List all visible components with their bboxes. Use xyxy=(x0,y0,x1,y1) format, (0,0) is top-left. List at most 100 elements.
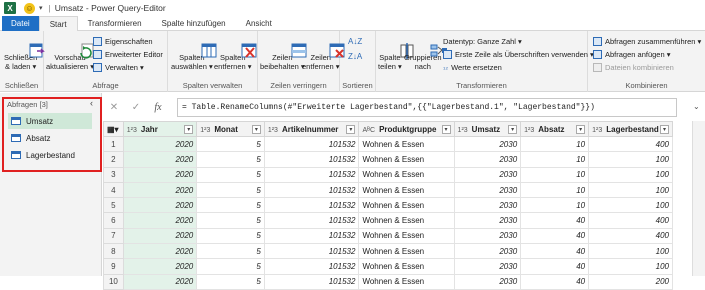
table-cell[interactable]: 40 xyxy=(520,212,590,229)
filter-dropdown-icon[interactable]: ▾ xyxy=(441,124,451,134)
table-menu-button[interactable]: ▦▾ xyxy=(103,121,124,137)
table-cell[interactable]: 40 xyxy=(520,273,590,290)
filter-dropdown-icon[interactable]: ▾ xyxy=(508,124,518,134)
table-cell[interactable]: 2020 xyxy=(122,135,198,153)
table-cell[interactable]: 2030 xyxy=(453,273,522,290)
replace-values-button[interactable]: ₁₂ Werte ersetzen xyxy=(443,62,502,73)
table-cell[interactable]: 2030 xyxy=(453,227,522,245)
data-type-dropdown[interactable]: Datentyp: Ganze Zahl ▾ xyxy=(443,36,522,47)
table-cell[interactable]: 100 xyxy=(588,197,673,214)
table-cell[interactable]: 100 xyxy=(588,243,673,260)
table-cell[interactable]: Wohnen & Essen xyxy=(358,166,455,183)
column-header-artikelnummer[interactable]: 1²3 Artikelnummer ▾ xyxy=(263,121,360,137)
table-cell[interactable]: 40 xyxy=(520,243,590,260)
table-cell[interactable]: 10 xyxy=(520,181,590,199)
table-cell[interactable]: 5 xyxy=(196,227,265,245)
table-cell[interactable]: 101532 xyxy=(263,166,360,183)
table-cell[interactable]: 2020 xyxy=(122,243,198,260)
row-number[interactable]: 2 xyxy=(103,151,124,168)
table-cell[interactable]: 5 xyxy=(196,212,265,229)
filter-dropdown-icon[interactable]: ▾ xyxy=(251,124,261,134)
query-item-umsatz[interactable]: Umsatz xyxy=(8,113,92,129)
table-cell[interactable]: 2030 xyxy=(453,151,522,168)
column-header-absatz[interactable]: 1²3 Absatz ▾ xyxy=(520,121,590,137)
table-cell[interactable]: 40 xyxy=(520,227,590,245)
row-number[interactable]: 10 xyxy=(103,273,124,290)
sort-desc-button[interactable]: Z↓A xyxy=(348,51,362,62)
table-cell[interactable]: Wohnen & Essen xyxy=(358,273,455,290)
table-cell[interactable]: 40 xyxy=(520,258,590,275)
query-item-absatz[interactable]: Absatz xyxy=(8,130,92,146)
column-header-lagerbestand[interactable]: 1²3 Lagerbestand ▾ xyxy=(588,121,673,137)
table-cell[interactable]: 10 xyxy=(520,166,590,183)
whole-number-type-icon[interactable]: 1²3 xyxy=(592,127,602,134)
properties-button[interactable]: Eigenschaften xyxy=(93,36,153,47)
table-row[interactable]: 4 2020 5 101532 Wohnen & Essen 2030 10 100 xyxy=(103,181,673,199)
expand-formula-icon[interactable]: ⌄ xyxy=(693,102,700,111)
table-cell[interactable]: 5 xyxy=(196,243,265,260)
combine-files-button[interactable]: Dateien kombinieren xyxy=(593,62,674,73)
collapse-pane-icon[interactable]: ‹ xyxy=(90,98,93,108)
table-cell[interactable]: 400 xyxy=(588,135,673,153)
table-cell[interactable]: Wohnen & Essen xyxy=(358,197,455,214)
table-cell[interactable]: 101532 xyxy=(263,273,360,290)
table-row[interactable]: 6 2020 5 101532 Wohnen & Essen 2030 40 400 xyxy=(103,212,673,229)
table-cell[interactable]: 101532 xyxy=(263,181,360,199)
table-cell[interactable]: 2020 xyxy=(122,181,198,199)
confirm-icon[interactable]: ✓ xyxy=(125,102,147,113)
table-row[interactable]: 9 2020 5 101532 Wohnen & Essen 2030 40 100 xyxy=(103,258,673,275)
first-row-headers-button[interactable]: Erste Zeile als Überschriften verwenden … xyxy=(443,49,594,60)
table-cell[interactable]: 2020 xyxy=(122,227,198,245)
table-cell[interactable]: 5 xyxy=(196,181,265,199)
filter-dropdown-icon[interactable]: ▾ xyxy=(184,124,194,134)
append-queries-button[interactable]: Abfragen anfügen ▾ xyxy=(593,49,670,60)
remove-rows-button[interactable]: Zeilen entfernen ▾ xyxy=(302,33,345,71)
table-cell[interactable]: 5 xyxy=(196,273,265,290)
whole-number-type-icon[interactable]: 1²3 xyxy=(458,127,468,134)
table-row[interactable]: 5 2020 5 101532 Wohnen & Essen 2030 10 100 xyxy=(103,197,673,214)
quick-access-dropdown-icon[interactable]: ▾ xyxy=(39,4,43,12)
table-cell[interactable]: 101532 xyxy=(263,258,360,275)
column-header-produktgruppe[interactable]: AᴮC Produktgruppe ▾ xyxy=(358,121,455,137)
whole-number-type-icon[interactable]: 1²3 xyxy=(200,127,210,134)
group-by-button[interactable]: Gruppieren nach xyxy=(404,33,448,71)
table-cell[interactable]: 2030 xyxy=(453,258,522,275)
table-cell[interactable]: 10 xyxy=(520,151,590,168)
column-header-monat[interactable]: 1²3 Monat ▾ xyxy=(196,121,265,137)
table-cell[interactable]: 5 xyxy=(196,258,265,275)
table-row[interactable]: 7 2020 5 101532 Wohnen & Essen 2030 40 400 xyxy=(103,227,673,245)
whole-number-type-icon[interactable]: 1²3 xyxy=(268,127,278,134)
table-cell[interactable]: Wohnen & Essen xyxy=(358,212,455,229)
table-cell[interactable]: 101532 xyxy=(263,197,360,214)
table-cell[interactable]: 2030 xyxy=(453,243,522,260)
tab-datei[interactable]: Datei xyxy=(2,16,39,31)
sort-asc-button[interactable]: A↓Z xyxy=(348,36,362,47)
remove-columns-button[interactable]: Spalten entfernen ▾ xyxy=(214,33,257,71)
table-cell[interactable]: 2020 xyxy=(122,212,198,229)
choose-columns-button[interactable]: Spalten auswählen ▾ xyxy=(171,33,217,71)
row-number[interactable]: 3 xyxy=(103,166,124,183)
table-row[interactable]: 3 2020 5 101532 Wohnen & Essen 2030 10 100 xyxy=(103,166,673,183)
keep-rows-button[interactable]: Zeilen beibehalten ▾ xyxy=(260,33,307,71)
tab-spalte-hinzufuegen[interactable]: Spalte hinzufügen xyxy=(152,16,236,31)
table-cell[interactable]: Wohnen & Essen xyxy=(358,181,455,199)
table-cell[interactable]: 5 xyxy=(196,135,265,153)
row-number[interactable]: 6 xyxy=(103,212,124,229)
table-cell[interactable]: 400 xyxy=(588,227,673,245)
table-cell[interactable]: 2030 xyxy=(453,197,522,214)
filter-dropdown-icon[interactable]: ▾ xyxy=(660,124,669,134)
vertical-scrollbar[interactable] xyxy=(692,121,705,276)
table-cell[interactable]: 200 xyxy=(588,273,673,290)
table-cell[interactable]: 101532 xyxy=(263,135,360,153)
whole-number-type-icon[interactable]: 1²3 xyxy=(127,127,137,134)
table-cell[interactable]: 100 xyxy=(588,181,673,199)
tab-start[interactable]: Start xyxy=(38,16,78,31)
table-row[interactable]: 10 2020 5 101532 Wohnen & Essen 2030 40 200 xyxy=(103,273,673,290)
table-cell[interactable]: 5 xyxy=(196,151,265,168)
whole-number-type-icon[interactable]: 1²3 xyxy=(524,127,534,134)
query-item-lagerbestand[interactable]: Lagerbestand xyxy=(8,147,92,163)
cancel-icon[interactable]: ✕ xyxy=(103,102,125,113)
refresh-preview-button[interactable]: Vorschau aktualisieren ▾ xyxy=(46,33,94,71)
table-cell[interactable]: 2030 xyxy=(453,135,522,153)
table-row[interactable]: 2 2020 5 101532 Wohnen & Essen 2030 10 100 xyxy=(103,151,673,168)
